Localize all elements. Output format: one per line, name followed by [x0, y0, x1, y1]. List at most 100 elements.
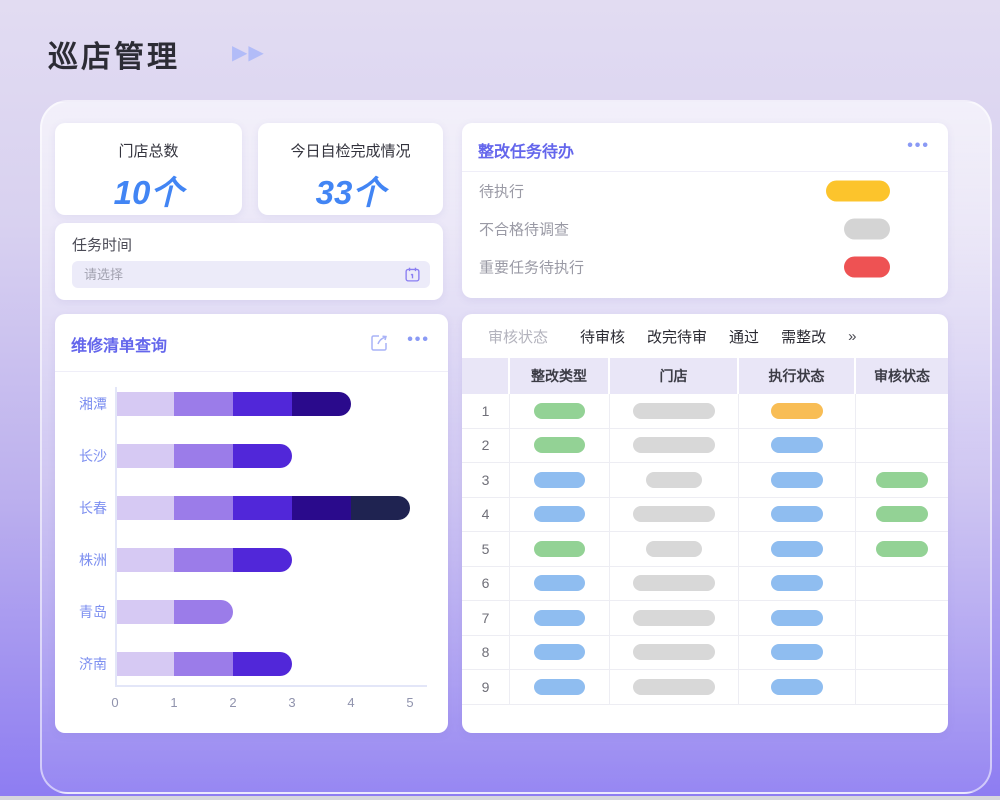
table-cell [510, 498, 610, 532]
task-time-card: 任务时间 [55, 223, 443, 300]
task-time-select[interactable] [72, 261, 430, 288]
status-pill [771, 610, 823, 626]
table-row[interactable]: 4 [462, 498, 948, 533]
table-row[interactable]: 8 [462, 636, 948, 671]
status-pill [534, 506, 585, 522]
table-row[interactable]: 9 [462, 670, 948, 705]
status-pill [633, 610, 715, 626]
table-cell [610, 636, 739, 670]
bar-segment [233, 392, 292, 416]
table-row[interactable]: 7 [462, 601, 948, 636]
ellipsis-menu-icon[interactable]: ••• [907, 137, 930, 155]
table-column-header: 门店 [610, 358, 739, 394]
table-cell: 8 [462, 636, 510, 670]
page-title: 巡店管理 [48, 32, 180, 76]
table-cell [610, 670, 739, 704]
status-pill [534, 575, 585, 591]
table-cell [610, 429, 739, 463]
status-pill [633, 679, 715, 695]
bottom-edge-strip [0, 796, 1000, 800]
double-arrow-icon: ▶▶ [232, 40, 265, 65]
export-icon[interactable] [370, 332, 390, 352]
filter-tab[interactable]: 通过 [729, 326, 759, 347]
table-cell [510, 394, 610, 428]
table-cell [610, 463, 739, 497]
table-cell [856, 532, 948, 566]
stat-value: 33个 [258, 166, 443, 214]
table-cell [739, 670, 856, 704]
table-row[interactable]: 5 [462, 532, 948, 567]
row-number: 8 [482, 644, 490, 660]
status-pill [876, 506, 928, 522]
table-cell [739, 532, 856, 566]
status-pill [771, 644, 823, 660]
table-cell [856, 394, 948, 428]
bar-segment [174, 392, 233, 416]
task-time-input[interactable] [72, 261, 430, 288]
table-row[interactable]: 6 [462, 567, 948, 602]
chart-bar-row: 株洲 [55, 548, 435, 572]
stat-card-self-check: 今日自检完成情况 33个 [258, 123, 443, 215]
table-cell [610, 532, 739, 566]
table-cell [510, 463, 610, 497]
chart-category-label: 湘潭 [55, 392, 107, 416]
bar-segment [115, 652, 174, 676]
filter-tab[interactable]: 改完待审 [647, 326, 707, 347]
row-number: 9 [482, 679, 490, 695]
bar-segment [233, 548, 292, 572]
bar-segment [174, 600, 233, 624]
chart-x-tick-label: 3 [277, 695, 307, 710]
table-cell [856, 636, 948, 670]
chart-x-tick-label: 0 [100, 695, 130, 710]
chart-bar-row: 济南 [55, 652, 435, 676]
row-number: 1 [482, 403, 490, 419]
chart-category-label: 长沙 [55, 444, 107, 468]
table-row[interactable]: 3 [462, 463, 948, 498]
status-pill [534, 403, 585, 419]
table-cell [510, 567, 610, 601]
table-row[interactable]: 2 [462, 429, 948, 464]
calendar-icon[interactable] [404, 266, 421, 283]
table-cell: 4 [462, 498, 510, 532]
table-cell [856, 601, 948, 635]
table-row[interactable]: 1 [462, 394, 948, 429]
status-pill [876, 472, 928, 488]
filter-tab[interactable]: 待审核 [580, 326, 625, 347]
table-cell [739, 394, 856, 428]
stat-value: 10个 [55, 166, 242, 214]
status-pill [534, 437, 585, 453]
ellipsis-menu-icon[interactable]: ••• [407, 331, 430, 349]
status-pill [771, 437, 823, 453]
table-cell [510, 532, 610, 566]
status-pill [633, 403, 715, 419]
todo-status-pill [826, 181, 890, 202]
status-pill [534, 610, 585, 626]
status-pill [876, 541, 928, 557]
filter-tab[interactable]: 需整改 [781, 326, 826, 347]
table-cell: 3 [462, 463, 510, 497]
row-number: 3 [482, 472, 490, 488]
chart-category-label: 株洲 [55, 548, 107, 572]
bar-segment [233, 652, 292, 676]
row-number: 5 [482, 541, 490, 557]
table-cell: 5 [462, 532, 510, 566]
bar-segment [233, 496, 292, 520]
bar-segment [233, 444, 292, 468]
table-column-header: 整改类型 [510, 358, 610, 394]
chart-category-label: 济南 [55, 652, 107, 676]
status-pill [534, 679, 585, 695]
bar-segment [174, 652, 233, 676]
status-pill [771, 403, 823, 419]
todo-card-header: 整改任务待办 ••• [462, 123, 948, 172]
table-cell: 6 [462, 567, 510, 601]
chart-bar-row: 长沙 [55, 444, 435, 468]
stacked-bar [115, 392, 351, 416]
more-filters-chevron-icon[interactable]: » [848, 328, 856, 345]
bar-segment [115, 444, 174, 468]
status-pill [633, 644, 715, 660]
bar-segment [351, 496, 410, 520]
table-cell [739, 567, 856, 601]
chart-bar-row: 湘潭 [55, 392, 435, 416]
status-pill [646, 472, 702, 488]
bar-segment [115, 392, 174, 416]
